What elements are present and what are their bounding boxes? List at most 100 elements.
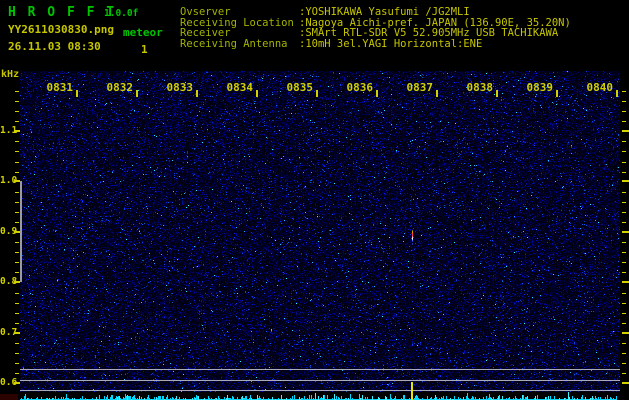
y-major-tick-right (622, 382, 629, 384)
y-minor-tick-right (622, 151, 626, 152)
detection-band-marker (20, 181, 22, 283)
y-minor-tick-right (622, 212, 626, 213)
reference-line (20, 380, 620, 381)
y-minor-tick-left (15, 192, 19, 193)
y-minor-tick-right (622, 343, 626, 344)
app-title: H R O F F T (8, 5, 117, 20)
x-axis-tick-label: 0838 (466, 81, 494, 94)
timestamp: 26.11.03 08:30 (8, 40, 101, 53)
y-major-tick-left (14, 130, 20, 132)
hrofft-screen: H R O F F T 1.0.0f YY2611030830.png mete… (0, 0, 629, 400)
y-minor-tick-left (15, 262, 19, 263)
y-minor-tick-right (622, 101, 626, 102)
y-minor-tick-right (622, 121, 626, 122)
x-minute-tick (76, 90, 78, 97)
y-minor-tick-left (15, 353, 19, 354)
signal-level-waveform (20, 392, 617, 400)
x-minute-tick (256, 90, 258, 97)
y-minor-tick-right (622, 172, 626, 173)
mode-label: meteor (123, 26, 163, 39)
y-minor-tick-left (15, 323, 19, 324)
spectrogram-canvas (20, 71, 620, 392)
info-value: :10mH 3el.YAGI Horizontal:ENE (299, 37, 483, 50)
y-minor-tick-left (15, 212, 19, 213)
x-minute-tick (436, 90, 438, 97)
y-major-tick-right (622, 281, 629, 284)
x-minute-tick (496, 90, 498, 97)
meteor-count: 1 (141, 43, 148, 56)
reference-line (20, 390, 620, 391)
y-minor-tick-right (622, 222, 626, 223)
y-axis-tick-label: 1.0 (0, 175, 18, 187)
y-minor-tick-left (15, 151, 19, 152)
y-major-tick-right (622, 180, 629, 183)
y-minor-tick-left (15, 242, 19, 243)
y-major-tick-left (14, 382, 20, 384)
x-axis-tick-label: 0836 (346, 81, 374, 94)
observation-info-panel: Ovserver:YOSHIKAWA Yasufumi /JG2MLI Recei… (180, 7, 571, 49)
y-minor-tick-right (622, 252, 626, 253)
y-minor-tick-right (622, 262, 626, 263)
info-label: Ovserver (180, 6, 231, 18)
y-minor-tick-left (15, 313, 19, 314)
info-label: Receiving Antenna (180, 37, 288, 50)
y-minor-tick-left (15, 111, 19, 112)
app-version: 1.0.0f (104, 8, 139, 19)
y-minor-tick-left (15, 121, 19, 122)
y-minor-tick-left (15, 343, 19, 344)
x-axis-tick-label: 0834 (226, 81, 254, 94)
y-major-tick-right (622, 130, 629, 132)
x-axis-tick-label: 0832 (106, 81, 134, 94)
y-minor-tick-left (15, 91, 19, 92)
x-axis-tick-label: 0840 (586, 81, 614, 94)
x-minute-tick (196, 90, 198, 97)
x-minute-tick (376, 90, 378, 97)
x-axis-tick-label: 0833 (166, 81, 194, 94)
y-minor-tick-left (15, 373, 19, 374)
x-minute-tick (136, 90, 138, 97)
y-minor-tick-right (622, 242, 626, 243)
y-minor-tick-left (15, 202, 19, 203)
info-row: Receiving Antenna :10mH 3el.YAGI Horizont… (180, 37, 571, 50)
x-minute-tick (316, 90, 318, 97)
y-minor-tick-right (622, 373, 626, 374)
y-major-tick-left (14, 331, 20, 334)
frequency-unit-label: kHz (1, 69, 20, 80)
y-minor-tick-left (15, 101, 19, 102)
y-minor-tick-right (622, 323, 626, 324)
y-minor-tick-right (622, 202, 626, 203)
y-minor-tick-right (622, 293, 626, 294)
y-axis-tick-label: 0.6 (0, 377, 18, 388)
y-minor-tick-left (15, 303, 19, 304)
y-axis-tick-label: 1.1 (0, 125, 18, 136)
y-minor-tick-left (15, 252, 19, 253)
y-minor-tick-right (622, 353, 626, 354)
bottom-left-corner (0, 394, 18, 400)
info-label: Receiver (180, 27, 231, 39)
y-minor-tick-right (622, 141, 626, 142)
y-minor-tick-left (15, 141, 19, 142)
y-minor-tick-right (622, 363, 626, 364)
y-major-tick-right (622, 331, 629, 334)
y-axis-tick-label: 0.7 (0, 326, 18, 338)
y-minor-tick-left (15, 172, 19, 173)
y-axis-tick-label: 0.9 (0, 225, 18, 237)
meteor-echo-time-marker (411, 382, 413, 400)
reference-line (20, 369, 620, 370)
x-minute-tick (556, 90, 558, 97)
x-axis-tick-label: 0837 (406, 81, 434, 94)
y-minor-tick-left (15, 363, 19, 364)
y-minor-tick-right (622, 272, 626, 273)
y-minor-tick-left (15, 162, 19, 163)
y-minor-tick-right (622, 192, 626, 193)
x-axis-tick-label: 0839 (526, 81, 554, 94)
y-minor-tick-left (15, 272, 19, 273)
x-minute-tick (616, 90, 618, 97)
y-minor-tick-left (15, 293, 19, 294)
y-minor-tick-left (15, 222, 19, 223)
x-axis-tick-label: 0831 (46, 81, 74, 94)
y-major-tick-right (622, 230, 629, 233)
y-minor-tick-right (622, 91, 626, 92)
filename: YY2611030830.png (8, 23, 114, 36)
x-axis-tick-label: 0835 (286, 81, 314, 94)
